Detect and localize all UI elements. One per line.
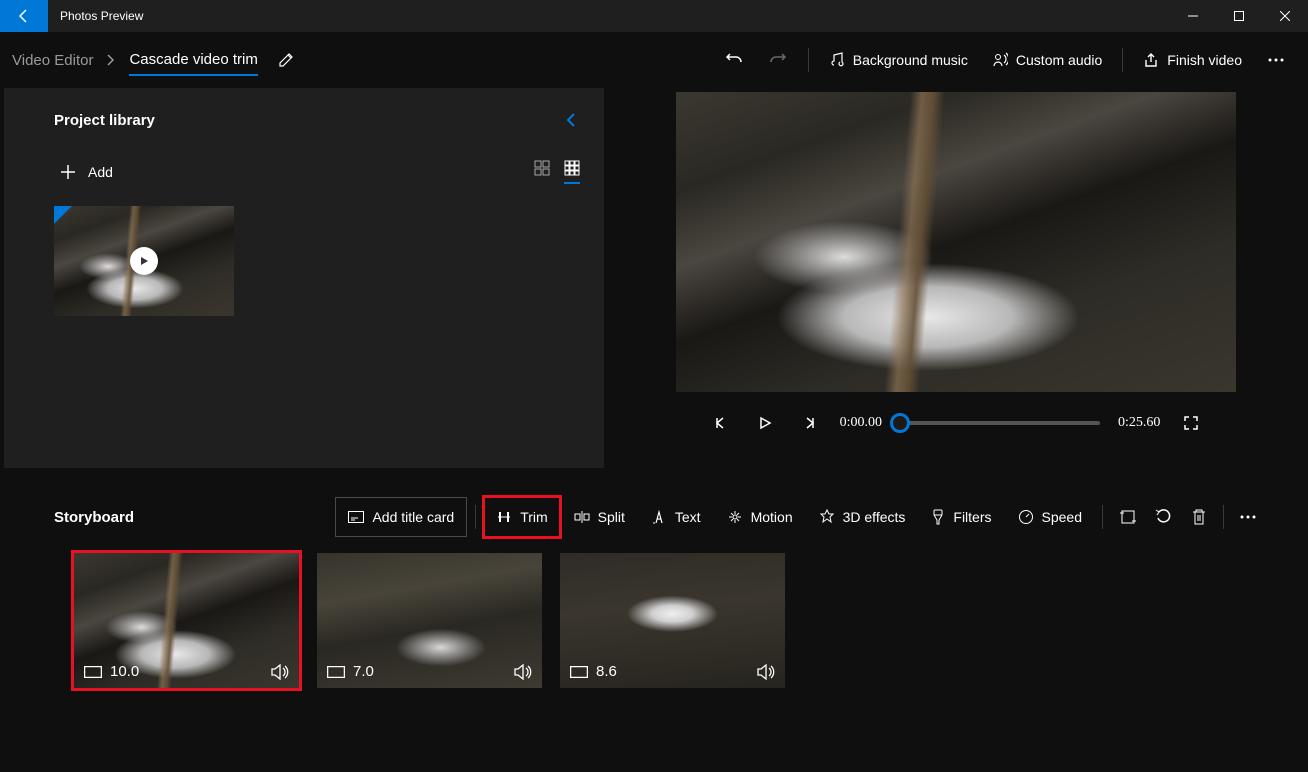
ellipsis-icon xyxy=(1268,58,1284,62)
background-music-button[interactable]: Background music xyxy=(819,40,978,80)
trim-icon xyxy=(496,510,512,524)
plus-icon xyxy=(60,164,76,180)
back-button[interactable] xyxy=(0,0,48,32)
speaker-icon xyxy=(514,664,532,680)
clip-duration: 7.0 xyxy=(353,663,374,680)
project-library-panel: Project library Add xyxy=(4,88,604,468)
trash-icon xyxy=(1191,508,1207,526)
view-small-grid-button[interactable] xyxy=(564,160,580,184)
prev-frame-button[interactable] xyxy=(708,410,734,436)
more-button[interactable] xyxy=(1256,40,1296,80)
library-clip-thumbnail[interactable] xyxy=(54,206,234,316)
seek-knob[interactable] xyxy=(890,413,910,433)
text-button[interactable]: Text xyxy=(639,497,713,537)
export-icon xyxy=(1143,52,1159,68)
crop-icon xyxy=(1119,508,1137,526)
fullscreen-button[interactable] xyxy=(1178,410,1204,436)
minimize-button[interactable] xyxy=(1170,0,1216,32)
storyboard-clip[interactable]: 7.0 xyxy=(317,553,542,688)
filters-icon xyxy=(931,509,945,525)
storyboard-section: Storyboard Add title card Trim Split Tex… xyxy=(0,485,1308,772)
preview-area: 0:00.00 0:25.60 xyxy=(604,88,1308,468)
motion-icon xyxy=(727,509,743,525)
top-toolbar: Video Editor Cascade video trim Backgrou… xyxy=(0,32,1308,88)
person-audio-icon xyxy=(992,52,1008,68)
motion-button[interactable]: Motion xyxy=(715,497,805,537)
music-icon xyxy=(829,52,845,68)
title-bar: Photos Preview xyxy=(0,0,1308,32)
crop-button[interactable] xyxy=(1111,497,1145,537)
project-name[interactable]: Cascade video trim xyxy=(129,45,257,76)
add-label: Add xyxy=(88,164,113,180)
rotate-icon xyxy=(1155,508,1173,526)
chevron-right-icon xyxy=(107,54,115,66)
clip-audio-button[interactable] xyxy=(757,664,775,680)
clip-duration: 8.6 xyxy=(596,663,617,680)
clips-row: 10.0 7.0 8.6 xyxy=(4,553,1304,688)
storyboard-clip[interactable]: 10.0 xyxy=(74,553,299,688)
play-button[interactable] xyxy=(752,410,778,436)
app-title: Photos Preview xyxy=(48,9,143,23)
current-time: 0:00.00 xyxy=(840,415,882,431)
speaker-icon xyxy=(757,664,775,680)
next-frame-button[interactable] xyxy=(796,410,822,436)
filters-button[interactable]: Filters xyxy=(919,497,1003,537)
aspect-icon xyxy=(84,666,102,678)
split-button[interactable]: Split xyxy=(562,497,637,537)
view-large-grid-button[interactable] xyxy=(534,160,550,184)
collapse-panel-button[interactable] xyxy=(562,108,580,132)
add-media-button[interactable]: Add xyxy=(54,160,119,184)
close-button[interactable] xyxy=(1262,0,1308,32)
add-title-card-button[interactable]: Add title card xyxy=(335,497,467,537)
redo-button[interactable] xyxy=(758,40,798,80)
text-icon xyxy=(651,510,667,524)
play-icon xyxy=(130,247,158,275)
delete-button[interactable] xyxy=(1183,497,1215,537)
aspect-icon xyxy=(327,666,345,678)
storyboard-title: Storyboard xyxy=(54,509,134,526)
finish-video-button[interactable]: Finish video xyxy=(1133,40,1252,80)
title-card-icon xyxy=(348,511,364,523)
storyboard-clip[interactable]: 8.6 xyxy=(560,553,785,688)
video-preview[interactable] xyxy=(676,92,1236,392)
effects-icon xyxy=(819,509,835,525)
maximize-button[interactable] xyxy=(1216,0,1262,32)
finish-video-label: Finish video xyxy=(1167,52,1242,68)
rotate-button[interactable] xyxy=(1147,497,1181,537)
split-icon xyxy=(574,510,590,524)
breadcrumb-root[interactable]: Video Editor xyxy=(12,52,93,69)
grid-3x3-icon xyxy=(564,160,580,176)
clip-audio-button[interactable] xyxy=(514,664,532,680)
speed-button[interactable]: Speed xyxy=(1006,497,1094,537)
3d-effects-button[interactable]: 3D effects xyxy=(807,497,918,537)
total-duration: 0:25.60 xyxy=(1118,415,1160,431)
speed-icon xyxy=(1018,509,1034,525)
custom-audio-label: Custom audio xyxy=(1016,52,1102,68)
seek-bar[interactable] xyxy=(900,421,1100,425)
custom-audio-button[interactable]: Custom audio xyxy=(982,40,1112,80)
breadcrumb: Video Editor Cascade video trim xyxy=(12,45,258,76)
trim-button[interactable]: Trim xyxy=(484,497,559,537)
clip-audio-button[interactable] xyxy=(271,664,289,680)
clip-duration: 10.0 xyxy=(110,663,139,680)
aspect-icon xyxy=(570,666,588,678)
rename-button[interactable] xyxy=(270,44,302,76)
speaker-icon xyxy=(271,664,289,680)
library-title: Project library xyxy=(54,112,155,129)
storyboard-more-button[interactable] xyxy=(1232,497,1264,537)
ellipsis-icon xyxy=(1240,515,1256,519)
background-music-label: Background music xyxy=(853,52,968,68)
undo-button[interactable] xyxy=(714,40,754,80)
grid-2x2-icon xyxy=(534,160,550,176)
